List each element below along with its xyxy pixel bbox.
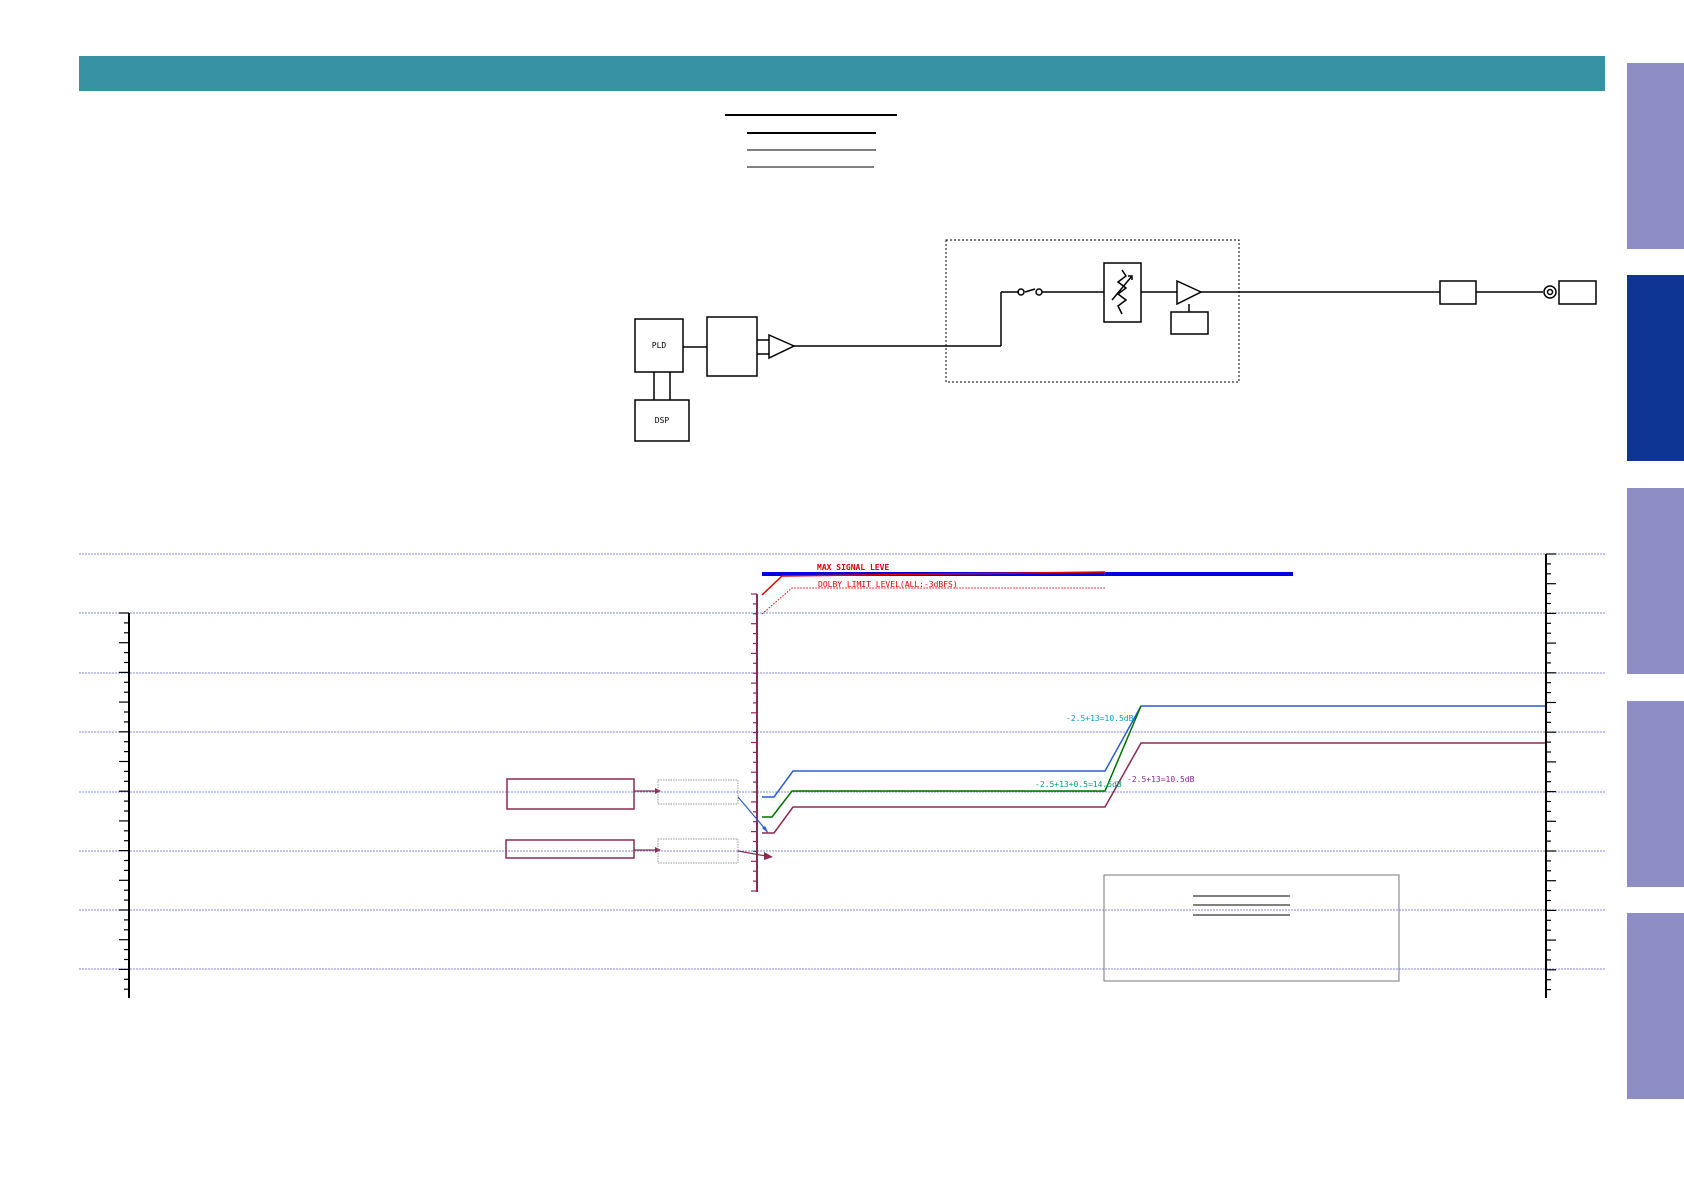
block-diagram: PLD DSP bbox=[634, 239, 1597, 442]
dolby-limit-level-label: DOLBY LIMIT LEVEL(ALL:-3dBFS) bbox=[818, 580, 958, 589]
dac-block bbox=[706, 316, 758, 377]
dolby-limit-line bbox=[761, 587, 1105, 615]
input-source-box-1 bbox=[506, 778, 635, 810]
blue-gain-label: -2.5+13=10.5dB bbox=[1066, 714, 1134, 723]
amp-sub-block bbox=[1170, 311, 1209, 335]
title-underlines bbox=[725, 114, 897, 168]
legend-underlines bbox=[1193, 895, 1290, 916]
pld-label: PLD bbox=[652, 341, 667, 350]
purple-level-line bbox=[762, 742, 1545, 834]
middle-level-scale bbox=[751, 593, 758, 892]
max-signal-level-label: MAX SIGNAL LEVE bbox=[817, 563, 889, 572]
purple-gain-label: -2.5+13=10.5dB bbox=[1127, 775, 1195, 784]
diagram-canvas: PLD DSP MAX SIGNAL LEVE DOLBY LIMIT LEVE… bbox=[79, 114, 1605, 998]
dsp-label: DSP bbox=[655, 416, 670, 425]
output-jack-icon bbox=[1543, 285, 1557, 299]
switch-contact-icon-2 bbox=[1035, 288, 1043, 296]
jack-label-block bbox=[1558, 280, 1597, 305]
dashed-module-box bbox=[945, 239, 1240, 383]
output-block bbox=[1439, 280, 1477, 305]
right-level-scale bbox=[1545, 553, 1556, 998]
output-amp-icon bbox=[1176, 279, 1203, 306]
legend-box bbox=[1103, 874, 1400, 982]
buffer-amp-icon bbox=[768, 333, 796, 360]
left-level-scale bbox=[119, 612, 130, 998]
green-gain-label: -2.5+13+0.5=14.5dB bbox=[1035, 780, 1122, 789]
input-source-box-2 bbox=[505, 839, 635, 859]
level-gridlines bbox=[79, 553, 1605, 970]
